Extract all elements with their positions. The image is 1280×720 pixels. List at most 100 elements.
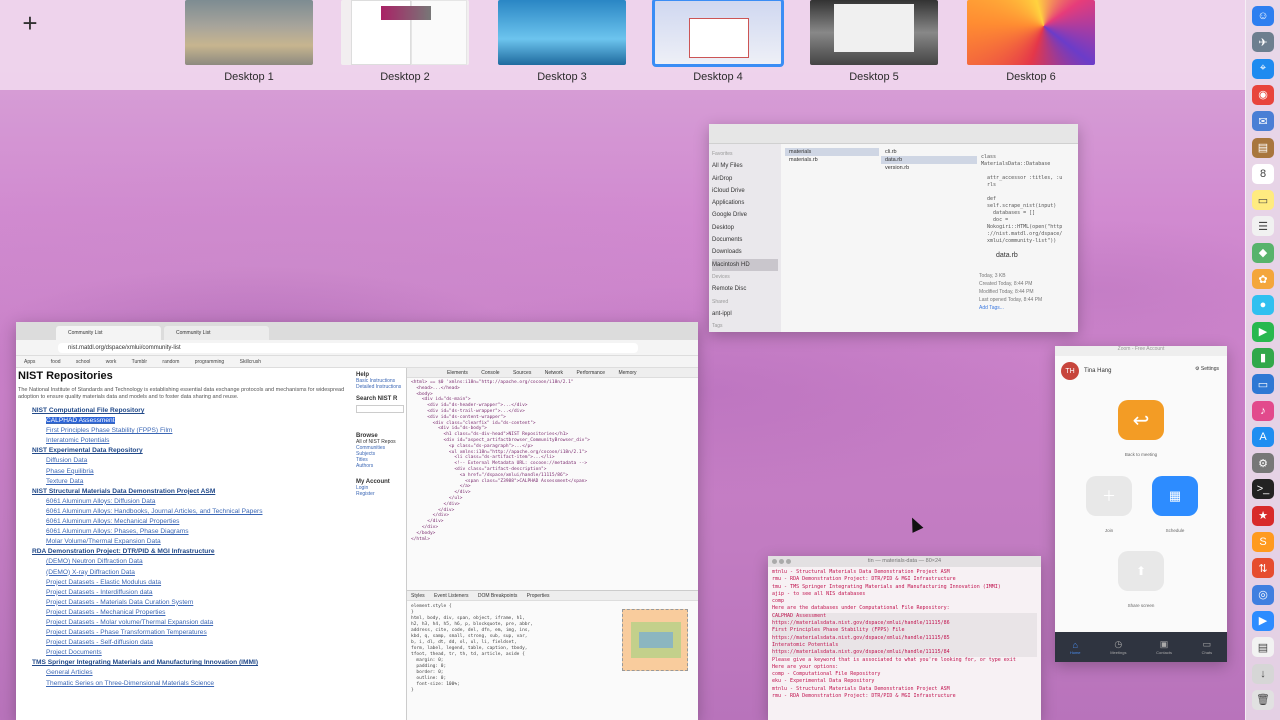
window-controls[interactable]	[772, 559, 791, 564]
photobooth-icon[interactable]: ★	[1252, 505, 1274, 526]
share-screen-button[interactable]: ⬆	[1118, 551, 1164, 591]
url-input[interactable]: nist.matdl.org/dspace/xmlui/community-li…	[58, 343, 638, 353]
file-item[interactable]: data.rb	[881, 156, 977, 164]
terminal-output[interactable]: mtnlu - Structural Materials Data Demons…	[768, 567, 1041, 702]
repository-link[interactable]: RDA Demonstration Project: DTR/PID & MGI…	[18, 547, 406, 557]
chrome-icon[interactable]: ◉	[1252, 84, 1274, 105]
repository-link[interactable]: Molar Volume/Thermal Expansion Data	[18, 537, 406, 547]
terminal-titlebar[interactable]: tin — materials-data — 80×24	[768, 556, 1041, 567]
repository-link[interactable]: NIST Computational File Repository	[18, 406, 406, 416]
file-item[interactable]: version.rb	[881, 164, 977, 172]
file-item[interactable]: materials	[785, 148, 879, 156]
desktop-4-thumbnail[interactable]: Desktop 4	[652, 0, 784, 86]
desktop-3-thumbnail[interactable]: Desktop 3	[498, 0, 626, 86]
itunes-icon[interactable]: ♪	[1252, 400, 1274, 421]
repository-link[interactable]: 6061 Aluminum Alloys: Mechanical Propert…	[18, 517, 406, 527]
nav-chats[interactable]: ▭ Chats	[1202, 639, 1212, 655]
terminal-window[interactable]: tin — materials-data — 80×24 mtnlu - Str…	[768, 556, 1041, 720]
chrome-window[interactable]: Community List Community List nist.matdl…	[16, 322, 698, 720]
mail-icon[interactable]: ✉	[1252, 111, 1274, 132]
repository-link[interactable]: Thematic Series on Three-Dimensional Mat…	[18, 679, 406, 689]
stickies-icon[interactable]: ▭	[1252, 190, 1274, 211]
repository-link[interactable]: (DEMO) Neutron Diffraction Data	[18, 557, 406, 567]
bookmark[interactable]: food	[51, 359, 61, 365]
facetime-icon[interactable]: ▶	[1252, 321, 1274, 342]
maps-icon[interactable]: ◆	[1252, 242, 1274, 263]
repository-link[interactable]: NIST Experimental Data Repository	[18, 446, 406, 456]
keynote-icon[interactable]: ▭	[1252, 374, 1274, 395]
zoom-icon[interactable]: ▶	[1252, 610, 1274, 631]
repository-link[interactable]: Diffusion Data	[18, 456, 406, 466]
bookmark[interactable]: Tumblr	[132, 359, 147, 365]
sidebar-link[interactable]: Register	[356, 491, 406, 497]
sublime-icon[interactable]: S	[1252, 532, 1274, 552]
finder-icon[interactable]: ☺	[1252, 6, 1274, 26]
photos-icon[interactable]: ✿	[1252, 269, 1274, 289]
sidebar-link[interactable]: Detailed Instructions	[356, 384, 406, 390]
github-icon[interactable]: ◎	[1252, 584, 1274, 605]
styles-tab[interactable]: Properties	[527, 593, 550, 599]
launchpad-icon[interactable]: ✈	[1252, 32, 1274, 53]
sidebar-item[interactable]: AirDrop	[712, 173, 778, 185]
join-button[interactable]: ＋	[1086, 476, 1132, 516]
repository-link[interactable]: Project Datasets - Molar volume/Thermal …	[18, 618, 406, 628]
appstore-icon[interactable]: A	[1252, 426, 1274, 447]
trash-icon[interactable]: 🗑	[1252, 689, 1274, 710]
search-input[interactable]	[356, 405, 404, 413]
devtools-tab[interactable]: Memory	[618, 370, 636, 376]
finder-window[interactable]: Favorites All My Files AirDrop iCloud Dr…	[709, 124, 1078, 332]
reminders-icon[interactable]: ☰	[1252, 216, 1274, 237]
schedule-button[interactable]: ▦	[1152, 476, 1198, 516]
bookmark[interactable]: Skillcrush	[240, 359, 261, 365]
filezilla-icon[interactable]: ⇅	[1252, 558, 1274, 579]
calendar-icon[interactable]: 8	[1252, 163, 1274, 184]
add-desktop-button[interactable]: +	[18, 10, 42, 36]
repository-link[interactable]: Phase Equilibria	[18, 467, 406, 477]
bookmark[interactable]: work	[106, 359, 117, 365]
settings-button[interactable]: ⚙ Settings	[1195, 366, 1219, 372]
file-item[interactable]: materials.rb	[785, 156, 879, 164]
sidebar-item[interactable]: All My Files	[712, 160, 778, 172]
devtools-panel[interactable]: Elements Console Sources Network Perform…	[406, 368, 698, 720]
finder-toolbar[interactable]	[709, 124, 1078, 144]
zoom-window[interactable]: Zoom - Free Account TH Tina Hang ⚙ Setti…	[1055, 346, 1227, 662]
sidebar-item[interactable]: Applications	[712, 197, 778, 209]
repository-link[interactable]: General Articles	[18, 668, 406, 678]
browser-tab[interactable]: Community List	[56, 326, 161, 340]
sidebar-item[interactable]: Macintosh HD	[712, 258, 778, 271]
repository-link[interactable]: Project Datasets - Self-diffusion data	[18, 638, 406, 648]
notes-icon[interactable]: ▤	[1252, 137, 1274, 158]
repository-link[interactable]: Project Datasets - Elastic Modulus data	[18, 578, 406, 588]
repository-link[interactable]: Project Documents	[18, 648, 406, 658]
repository-link[interactable]: Project Datasets - Mechanical Properties	[18, 608, 406, 618]
desktop-1-thumbnail[interactable]: Desktop 1	[185, 0, 313, 86]
styles-tab[interactable]: Styles	[411, 593, 425, 599]
sidebar-item[interactable]: Google Drive	[712, 209, 778, 221]
repository-link[interactable]: Project Datasets - Interdiffusion data	[18, 588, 406, 598]
messages-icon[interactable]: ●	[1252, 295, 1274, 316]
sidebar-item[interactable]: Desktop	[712, 222, 778, 234]
sidebar-item[interactable]: iCloud Drive	[712, 185, 778, 197]
add-tags-link[interactable]: Add Tags...	[979, 304, 1078, 312]
bookmark[interactable]: school	[76, 359, 90, 365]
repository-link[interactable]: (DEMO) X-ray Diffraction Data	[18, 568, 406, 578]
repository-link[interactable]: Project Datasets - Materials Data Curati…	[18, 598, 406, 608]
repository-link[interactable]: Texture Data	[18, 477, 406, 487]
devtools-tab[interactable]: Sources	[513, 370, 531, 376]
user-profile[interactable]: TH Tina Hang	[1061, 362, 1111, 380]
elements-tree[interactable]: <html> == $0 'xmlns:i18n="http://apache.…	[407, 378, 698, 578]
bookmark[interactable]: Apps	[24, 359, 35, 365]
repository-link[interactable]: Project Datasets - Phase Transformation …	[18, 628, 406, 638]
devtools-tab[interactable]: Performance	[576, 370, 605, 376]
repository-link[interactable]: TMS Springer Integrating Materials and M…	[18, 658, 406, 668]
back-to-meeting-button[interactable]: ↩	[1118, 400, 1164, 440]
devtools-tab[interactable]: Network	[545, 370, 563, 376]
repository-link[interactable]: NIST Structural Materials Data Demonstra…	[18, 487, 406, 497]
preferences-icon[interactable]: ⚙	[1252, 453, 1274, 474]
sidebar-item[interactable]: Downloads	[712, 246, 778, 258]
nav-home[interactable]: ⌂ Home	[1070, 640, 1081, 655]
nav-meetings[interactable]: ◷ Meetings	[1110, 639, 1126, 655]
desktop-6-thumbnail[interactable]: Desktop 6	[967, 0, 1095, 86]
terminal-icon[interactable]: >_	[1252, 479, 1274, 500]
browser-tab[interactable]: Community List	[164, 326, 269, 340]
